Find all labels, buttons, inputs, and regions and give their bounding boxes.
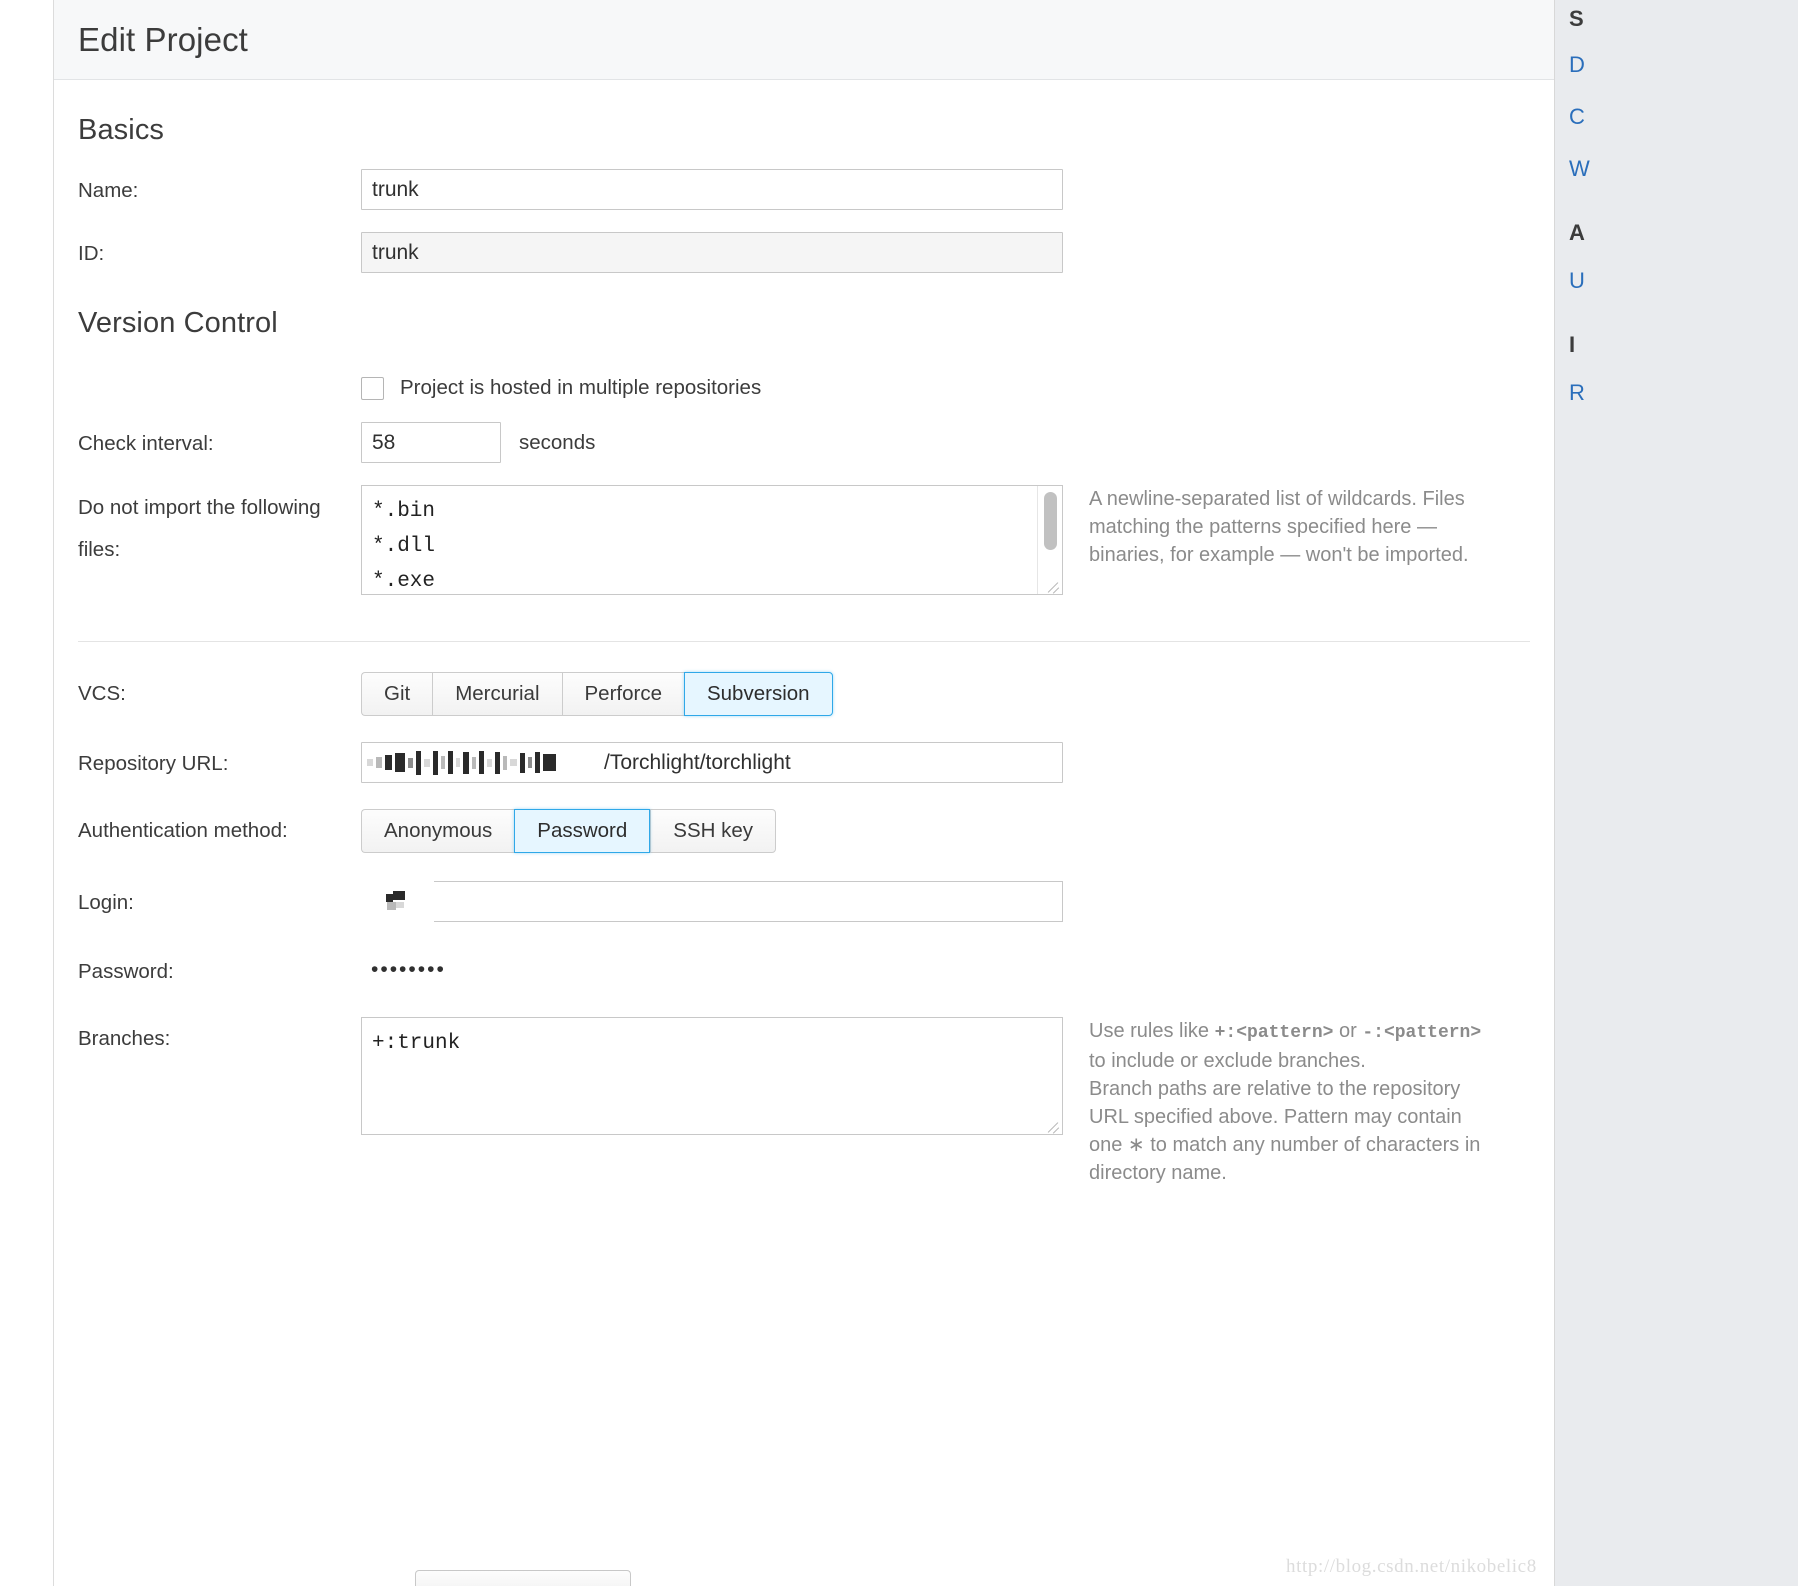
multi-repo-row[interactable]: Project is hosted in multiple repositori… <box>78 376 1530 400</box>
repo-url-visible-text: /Torchlight/torchlight <box>604 750 791 774</box>
branches-help-part2: or <box>1333 1020 1363 1042</box>
rail-link-5[interactable]: R <box>1569 380 1798 406</box>
ignore-files-control: *.bin *.dll *.exe <box>361 485 1063 595</box>
name-input[interactable] <box>361 169 1063 210</box>
field-row-check-interval: Check interval: seconds <box>78 422 1530 463</box>
panel-header: Edit Project <box>54 0 1554 80</box>
rail-link-1[interactable]: D <box>1569 52 1798 78</box>
id-label: ID: <box>78 242 105 265</box>
branches-help-line2: Branch paths are relative to the reposit… <box>1089 1078 1481 1184</box>
vcs-button-group: Git Mercurial Perforce Subversion <box>361 672 833 716</box>
branches-help-text: Use rules like +:<pattern> or -:<pattern… <box>1089 1017 1489 1187</box>
right-sidebar: S D C W A U I R <box>1555 0 1798 1586</box>
branches-textarea[interactable]: +:trunk <box>361 1017 1063 1135</box>
ignore-files-textarea[interactable]: *.bin *.dll *.exe <box>361 485 1063 595</box>
field-row-vcs: VCS: Git Mercurial Perforce Subversion <box>78 672 1530 716</box>
auth-method-control: Anonymous Password SSH key <box>361 809 777 853</box>
field-row-id: ID: <box>78 232 1530 273</box>
name-label: Name: <box>78 179 139 202</box>
check-interval-control: seconds <box>361 422 595 463</box>
login-input[interactable] <box>360 879 1063 926</box>
repo-url-label: Repository URL: <box>78 752 229 775</box>
field-row-ignore-files: Do not import the following files: *.bin… <box>78 485 1530 595</box>
bottom-partial-button[interactable] <box>415 1570 631 1586</box>
vcs-label: VCS: <box>78 682 126 705</box>
auth-method-label: Authentication method: <box>78 819 288 842</box>
login-control <box>360 879 1063 926</box>
field-row-login: Login: <box>78 879 1530 926</box>
multi-repo-label: Project is hosted in multiple repositori… <box>400 376 762 399</box>
repo-url-control: /Torchlight/torchlight <box>361 742 1063 783</box>
vcs-option-perforce[interactable]: Perforce <box>561 672 684 716</box>
field-row-repo-url: Repository URL: /Torchlight/torchlight <box>78 742 1530 783</box>
password-input[interactable]: •••••••• <box>361 950 1063 989</box>
login-mask-cover <box>360 879 434 926</box>
section-title-version-control: Version Control <box>78 307 278 339</box>
ignore-files-scrollbar[interactable] <box>1037 486 1062 594</box>
password-control: •••••••• <box>361 950 1063 989</box>
id-input[interactable] <box>361 232 1063 273</box>
branches-help-code-include: +:<pattern> <box>1214 1023 1334 1043</box>
auth-option-password[interactable]: Password <box>514 809 651 853</box>
section-divider <box>78 641 1530 642</box>
panel-body: Basics Name: ID: Version Control Project… <box>54 80 1554 1586</box>
vcs-option-mercurial[interactable]: Mercurial <box>432 672 562 716</box>
auth-method-button-group: Anonymous Password SSH key <box>361 809 777 853</box>
section-title-basics: Basics <box>78 114 165 146</box>
branches-help-part3: to include or exclude branches. <box>1089 1050 1366 1072</box>
multi-repo-checkbox[interactable] <box>361 376 384 400</box>
auth-option-ssh-key[interactable]: SSH key <box>650 809 777 853</box>
rail-heading-settings: S <box>1569 6 1584 31</box>
field-row-auth-method: Authentication method: Anonymous Passwor… <box>78 809 1530 853</box>
field-row-name: Name: <box>78 169 1530 210</box>
edit-project-panel: Edit Project Basics Name: ID: Version Co… <box>54 0 1555 1586</box>
branches-control: +:trunk <box>361 1017 1063 1135</box>
field-row-password: Password: •••••••• <box>78 950 1530 989</box>
scrollbar-thumb[interactable] <box>1044 492 1057 550</box>
left-gutter <box>0 0 54 1586</box>
password-label: Password: <box>78 960 174 983</box>
ignore-files-help-text: A newline-separated list of wildcards. F… <box>1089 488 1469 566</box>
rail-heading-actions: A <box>1569 220 1585 245</box>
vcs-option-git[interactable]: Git <box>361 672 433 716</box>
branches-help-part1: Use rules like <box>1089 1020 1215 1042</box>
id-control <box>361 232 1063 273</box>
ignore-files-label: Do not import the following files: <box>78 496 321 561</box>
branches-label: Branches: <box>78 1027 171 1050</box>
check-interval-unit-label: seconds <box>519 431 596 454</box>
password-masked-value: •••••••• <box>371 958 446 981</box>
rail-link-2[interactable]: C <box>1569 104 1798 130</box>
repo-url-redaction <box>367 742 605 783</box>
rail-link-3[interactable]: W <box>1569 156 1798 182</box>
check-interval-input[interactable] <box>361 422 501 463</box>
vcs-option-subversion[interactable]: Subversion <box>683 672 833 716</box>
page-title: Edit Project <box>78 20 248 58</box>
branches-help-code-exclude: -:<pattern> <box>1362 1023 1482 1043</box>
login-label: Login: <box>78 891 134 914</box>
auth-option-anonymous[interactable]: Anonymous <box>361 809 515 853</box>
check-interval-label: Check interval: <box>78 432 214 455</box>
page-root: Edit Project Basics Name: ID: Version Co… <box>0 0 1798 1586</box>
rail-link-4[interactable]: U <box>1569 268 1798 294</box>
rail-heading-info: I <box>1569 332 1576 357</box>
field-row-branches: Branches: +:trunk Use rules like +:<patt… <box>78 1017 1530 1187</box>
vcs-control: Git Mercurial Perforce Subversion <box>361 672 833 716</box>
name-control <box>361 169 1063 210</box>
